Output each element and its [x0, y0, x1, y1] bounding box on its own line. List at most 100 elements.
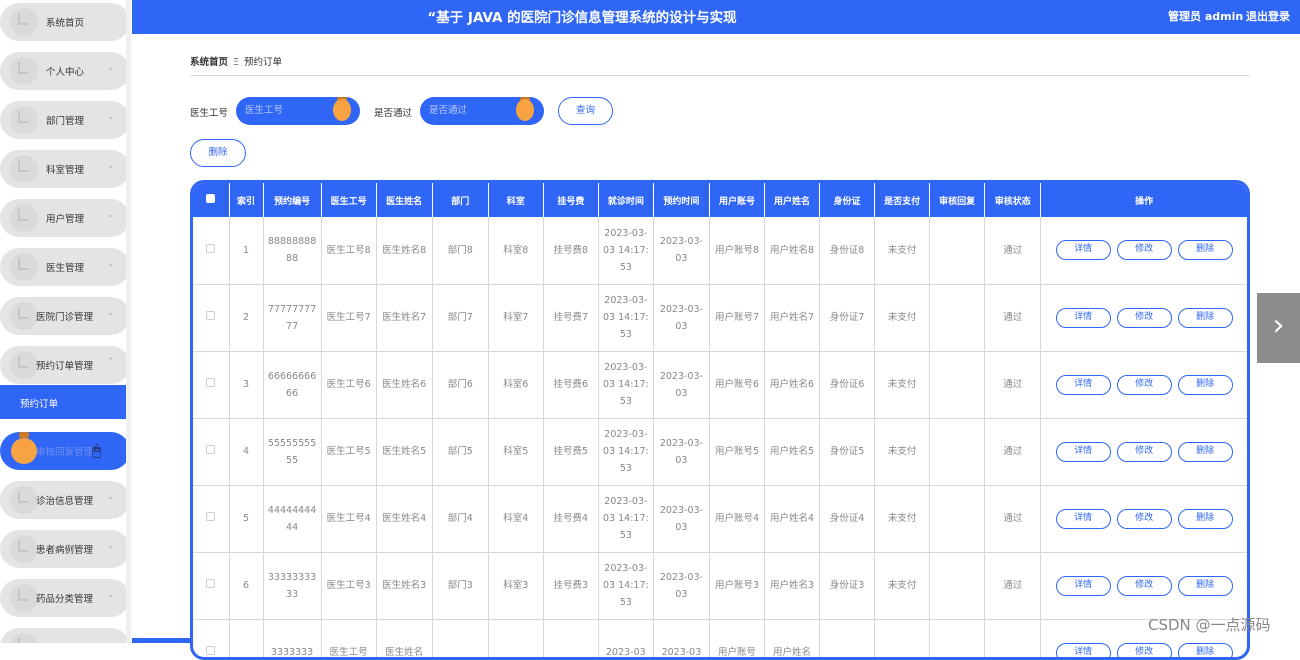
clock-icon	[10, 584, 38, 612]
table-cell: 科室7	[488, 284, 543, 351]
column-header: 就诊时间	[598, 183, 653, 217]
table-cell: 6666666666	[263, 351, 321, 418]
chevron-up-icon: ⌃	[107, 357, 115, 367]
table-cell: 医生工号8	[321, 217, 376, 284]
delete-button[interactable]: 删除	[1178, 643, 1233, 660]
row-checkbox[interactable]	[193, 619, 229, 660]
detail-button[interactable]: 详情	[1056, 240, 1111, 260]
table-cell: 挂号费8	[543, 217, 598, 284]
clock-icon	[10, 57, 38, 85]
table-cell: 2023-03-03 14:17:53	[598, 351, 653, 418]
column-header: 挂号费	[543, 183, 598, 217]
sidebar-scrollbar[interactable]	[126, 0, 131, 643]
edit-button[interactable]: 修改	[1117, 308, 1172, 328]
sidebar-item-section[interactable]: 科室管理 ⌄	[0, 150, 130, 188]
breadcrumb-home[interactable]: 系统首页	[190, 57, 228, 68]
table-cell: 医生姓名4	[376, 485, 432, 552]
delete-button[interactable]: 删除	[1178, 240, 1233, 260]
table-cell: 1	[229, 217, 263, 284]
row-checkbox[interactable]	[193, 351, 229, 418]
table-cell: 部门3	[432, 552, 488, 619]
sidebar-item-orders[interactable]: 预约订单管理 ⌃	[0, 346, 130, 384]
sidebar-item-review-reply[interactable]: 审核回复管理	[0, 432, 130, 470]
delete-button[interactable]: 删除	[1178, 308, 1233, 328]
query-button[interactable]: 查询	[558, 97, 613, 125]
edit-button[interactable]: 修改	[1117, 442, 1172, 462]
row-checkbox[interactable]	[193, 552, 229, 619]
table-cell: 通过	[985, 284, 1041, 351]
sidebar-item-home[interactable]: 系统首页	[0, 3, 130, 41]
sidebar-item-outpatient[interactable]: 医院门诊管理 ⌄	[0, 297, 130, 335]
table-cell: 2023-03-03 14:17:53	[598, 418, 653, 485]
row-checkbox[interactable]	[193, 284, 229, 351]
edit-button[interactable]: 修改	[1117, 375, 1172, 395]
table-cell	[985, 619, 1041, 660]
chevron-down-icon: ⌄	[107, 308, 115, 318]
clock-icon	[10, 535, 38, 563]
delete-button[interactable]: 删除	[1178, 509, 1233, 529]
sidebar-subitem-orders[interactable]: 预约订单	[0, 385, 130, 419]
edit-button[interactable]: 修改	[1117, 643, 1172, 660]
sidebar-item-doctors[interactable]: 医生管理 ⌄	[0, 248, 130, 286]
edit-button[interactable]: 修改	[1117, 240, 1172, 260]
column-header: 用户姓名	[764, 183, 819, 217]
row-checkbox[interactable]	[193, 217, 229, 284]
detail-button[interactable]: 详情	[1056, 576, 1111, 596]
detail-button[interactable]: 详情	[1056, 308, 1111, 328]
table-cell: 部门6	[432, 351, 488, 418]
sidebar-item-more[interactable]	[0, 628, 130, 643]
table-cell: 科室4	[488, 485, 543, 552]
sidebar-item-personal-center[interactable]: 个人中心 ⌄	[0, 52, 130, 90]
page-title: “基于 JAVA 的医院门诊信息管理系统的设计与实现	[132, 6, 1032, 26]
row-checkbox[interactable]	[193, 418, 229, 485]
sidebar-item-cases[interactable]: 患者病例管理 ⌄	[0, 530, 130, 568]
table-cell: 2023-03	[653, 619, 709, 660]
row-checkbox[interactable]	[193, 485, 229, 552]
table-cell: 科室8	[488, 217, 543, 284]
table-cell: 用户姓名3	[764, 552, 819, 619]
table-cell: 用户账号3	[709, 552, 764, 619]
chevron-down-icon: ⌄	[107, 112, 115, 122]
table-cell	[930, 418, 985, 485]
detail-button[interactable]: 详情	[1056, 643, 1111, 660]
column-header: 身份证	[820, 183, 875, 217]
table-cell	[432, 619, 488, 660]
clock-icon	[10, 253, 38, 281]
edit-button[interactable]: 修改	[1117, 576, 1172, 596]
chevron-down-icon: ⌄	[107, 210, 115, 220]
logout-link[interactable]: 退出登录	[1246, 8, 1290, 24]
table-cell: 2023-03-03	[653, 485, 709, 552]
table-cell: 身份证5	[820, 418, 875, 485]
table-cell: 未支付	[875, 552, 930, 619]
table-cell: 部门5	[432, 418, 488, 485]
edit-button[interactable]: 修改	[1117, 509, 1172, 529]
sidebar-item-department[interactable]: 部门管理 ⌄	[0, 101, 130, 139]
sidebar-item-users[interactable]: 用户管理 ⌄	[0, 199, 130, 237]
next-page-arrow[interactable]: ›	[1257, 293, 1300, 363]
detail-button[interactable]: 详情	[1056, 442, 1111, 462]
table-cell	[930, 485, 985, 552]
delete-button[interactable]: 删除	[1178, 442, 1233, 462]
detail-button[interactable]: 详情	[1056, 375, 1111, 395]
sidebar-item-diagnosis[interactable]: 诊治信息管理 ⌄	[0, 481, 130, 519]
table-cell: 2023-03-03 14:17:53	[598, 485, 653, 552]
select-all-checkbox[interactable]	[193, 183, 229, 217]
bulk-delete-button[interactable]: 删除	[190, 139, 246, 167]
chevron-down-icon: ⌄	[107, 541, 115, 551]
column-header: 部门	[432, 183, 488, 217]
detail-button[interactable]: 详情	[1056, 509, 1111, 529]
table-cell: 用户姓名6	[764, 351, 819, 418]
table-cell: 医生工号3	[321, 552, 376, 619]
table-cell: 医生姓名	[376, 619, 432, 660]
sidebar: 系统首页 个人中心 ⌄ 部门管理 ⌄ 科室管理 ⌄ 用户管理 ⌄ 医生管理 ⌄ …	[0, 0, 132, 643]
sidebar-item-drug-category[interactable]: 药品分类管理 ⌄	[0, 579, 130, 617]
table-cell: 医生工号4	[321, 485, 376, 552]
row-actions: 详情修改删除	[1041, 351, 1247, 418]
table-cell	[875, 619, 930, 660]
clock-icon	[10, 351, 38, 379]
table-cell: 4	[229, 418, 263, 485]
delete-button[interactable]: 删除	[1178, 375, 1233, 395]
table-cell: 未支付	[875, 284, 930, 351]
delete-button[interactable]: 删除	[1178, 576, 1233, 596]
input-marker-icon	[516, 99, 534, 121]
